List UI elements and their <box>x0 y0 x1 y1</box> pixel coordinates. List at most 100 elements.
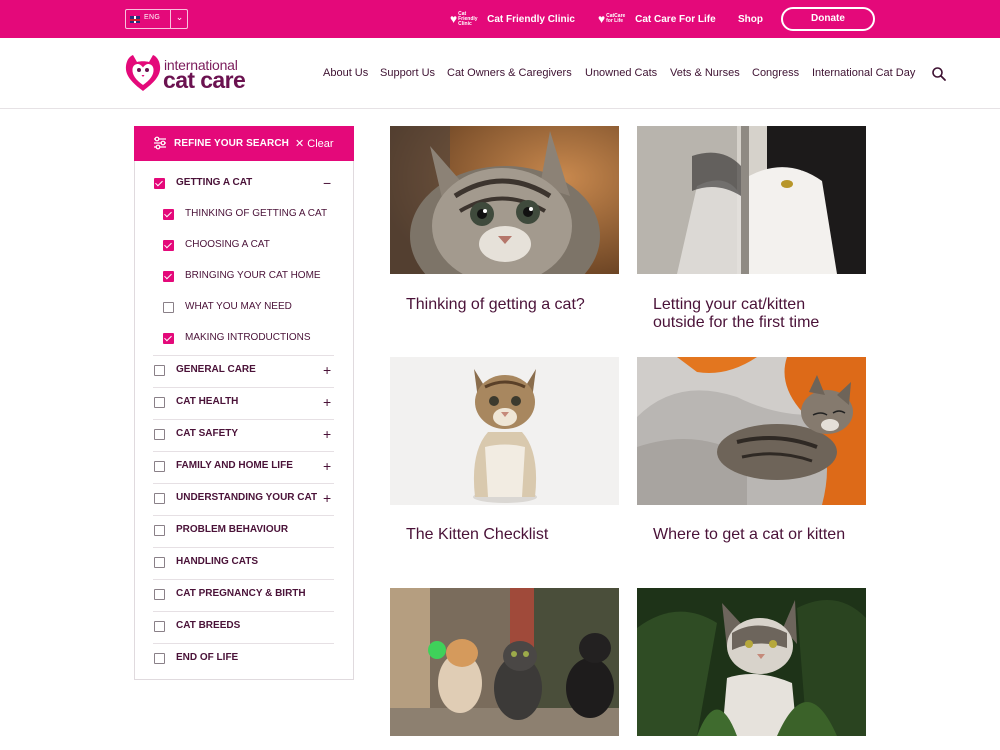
category-cat-safety[interactable]: CAT SAFETY <box>176 428 238 439</box>
cat-friendly-clinic-logo-text: Cat Friendly Clinic <box>458 10 478 27</box>
checkbox-thinking-of-getting-a-cat[interactable] <box>163 209 174 220</box>
category-problem-behaviour[interactable]: PROBLEM BEHAVIOUR <box>176 524 288 535</box>
article-image-letting-cat-outside[interactable] <box>637 126 866 274</box>
language-code: ENG <box>144 14 161 21</box>
checkbox-making-introductions[interactable] <box>163 333 174 344</box>
cat-heart-logo-icon <box>125 55 161 91</box>
divider <box>153 451 334 452</box>
sliders-icon <box>154 136 166 150</box>
category-understanding-your-cat[interactable]: UNDERSTANDING YOUR CAT <box>176 492 317 503</box>
checkbox-end-of-life[interactable] <box>154 653 165 664</box>
checkbox-general-care[interactable] <box>154 365 165 376</box>
article-image-thinking-of-getting-a-cat[interactable] <box>390 126 619 274</box>
checkbox-choosing-a-cat[interactable] <box>163 240 174 251</box>
checkbox-cat-safety[interactable] <box>154 429 165 440</box>
checkbox-cat-pregnancy-birth[interactable] <box>154 589 165 600</box>
checkbox-family-and-home-life[interactable] <box>154 461 165 472</box>
article-title-where-to-get-a-cat[interactable]: Where to get a cat or kitten <box>653 526 858 544</box>
chevron-down-icon[interactable]: ⌄ <box>173 12 186 23</box>
logo-text-line2: cat care <box>163 67 246 93</box>
checkbox-understanding-your-cat[interactable] <box>154 493 165 504</box>
cat-friendly-clinic-label: Cat Friendly Clinic <box>487 13 575 25</box>
uk-flag-icon <box>130 16 140 23</box>
article-image-kittens-indoors[interactable] <box>390 588 619 736</box>
checkbox-what-you-may-need[interactable] <box>163 302 174 313</box>
nav-cat-owners-caregivers[interactable]: Cat Owners & Caregivers <box>447 38 572 109</box>
article-image-cat-in-grass[interactable] <box>637 588 866 736</box>
expand-plus-icon[interactable]: + <box>323 395 331 409</box>
divider <box>153 515 334 516</box>
nav-congress[interactable]: Congress <box>752 38 799 109</box>
article-title-thinking-of-getting-a-cat[interactable]: Thinking of getting a cat? <box>406 296 611 314</box>
category-cat-pregnancy-birth[interactable]: CAT PREGNANCY & BIRTH <box>176 588 306 599</box>
collapse-minus-icon[interactable]: − <box>323 176 331 190</box>
article-title-letting-cat-outside[interactable]: Letting your cat/kitten outside for the … <box>653 296 858 331</box>
filter-title: REFINE YOUR SEARCH <box>174 138 289 149</box>
divider <box>153 387 334 388</box>
nav-about-us[interactable]: About Us <box>323 38 368 109</box>
shop-link[interactable]: Shop <box>738 0 763 38</box>
expand-plus-icon[interactable]: + <box>323 459 331 473</box>
clear-label: Clear <box>307 138 334 150</box>
expand-plus-icon[interactable]: + <box>323 363 331 377</box>
cat-head-icon: ♥ <box>450 11 458 26</box>
language-selector[interactable]: ENG ⌄ <box>125 9 188 29</box>
category-cat-breeds[interactable]: CAT BREEDS <box>176 620 240 631</box>
sitting-kitten-photo <box>390 357 619 505</box>
cat-friendly-clinic-logo: ♥ Cat Friendly Clinic <box>450 10 482 27</box>
catcare-for-life-logo: ♥ CatCare for Life <box>598 11 630 26</box>
site-logo[interactable]: international cat care <box>125 54 260 94</box>
filter-header: REFINE YOUR SEARCH ✕ Clear <box>134 126 354 161</box>
nav-support-us[interactable]: Support Us <box>380 38 435 109</box>
divider <box>153 579 334 580</box>
checkbox-bringing-your-cat-home[interactable] <box>163 271 174 282</box>
cat-friendly-clinic-link[interactable]: ♥ Cat Friendly Clinic Cat Friendly Clini… <box>450 0 575 38</box>
category-cat-health[interactable]: CAT HEALTH <box>176 396 238 407</box>
divider <box>153 419 334 420</box>
article-image-kitten-checklist[interactable] <box>390 357 619 505</box>
article-image-where-to-get-a-cat[interactable] <box>637 357 866 505</box>
language-divider <box>170 10 171 28</box>
heart-cat-icon: ♥ <box>598 11 606 26</box>
close-icon: ✕ <box>295 138 308 150</box>
checkbox-getting-a-cat[interactable] <box>154 178 165 189</box>
checkbox-cat-breeds[interactable] <box>154 621 165 632</box>
nav-unowned-cats[interactable]: Unowned Cats <box>585 38 657 109</box>
cat-care-for-life-label: Cat Care For Life <box>635 13 716 25</box>
checkbox-handling-cats[interactable] <box>154 557 165 568</box>
category-handling-cats[interactable]: HANDLING CATS <box>176 556 258 567</box>
refine-search-panel: REFINE YOUR SEARCH ✕ Clear GETTING A CAT… <box>134 126 354 680</box>
category-family-and-home-life[interactable]: FAMILY AND HOME LIFE <box>176 460 293 471</box>
sleeping-kitten-photo <box>637 357 866 505</box>
nav-international-cat-day[interactable]: International Cat Day <box>812 38 915 109</box>
expand-plus-icon[interactable]: + <box>323 427 331 441</box>
nav-vets-nurses[interactable]: Vets & Nurses <box>670 38 740 109</box>
divider <box>153 547 334 548</box>
divider <box>153 643 334 644</box>
subcategory-choosing-a-cat[interactable]: CHOOSING A CAT <box>185 239 270 250</box>
divider <box>153 483 334 484</box>
subcategory-thinking-of-getting-a-cat[interactable]: THINKING OF GETTING A CAT <box>185 208 327 219</box>
divider <box>153 611 334 612</box>
cat-at-window-photo <box>637 126 866 274</box>
cat-in-grass-photo <box>637 588 866 736</box>
checkbox-problem-behaviour[interactable] <box>154 525 165 536</box>
three-kittens-photo <box>390 588 619 736</box>
category-getting-a-cat[interactable]: GETTING A CAT <box>176 177 252 188</box>
clear-filters-button[interactable]: ✕ Clear <box>295 137 334 150</box>
subcategory-what-you-may-need[interactable]: WHAT YOU MAY NEED <box>185 301 292 312</box>
top-bar: ENG ⌄ ♥ Cat Friendly Clinic Cat Friendly… <box>0 0 1000 38</box>
search-icon[interactable] <box>931 66 947 82</box>
subcategory-bringing-your-cat-home[interactable]: BRINGING YOUR CAT HOME <box>185 270 321 281</box>
subcategory-making-introductions[interactable]: MAKING INTRODUCTIONS <box>185 332 311 343</box>
category-end-of-life[interactable]: END OF LIFE <box>176 652 238 663</box>
checkbox-cat-health[interactable] <box>154 397 165 408</box>
expand-plus-icon[interactable]: + <box>323 491 331 505</box>
cat-care-for-life-link[interactable]: ♥ CatCare for Life Cat Care For Life <box>598 0 716 38</box>
donate-button[interactable]: Donate <box>781 7 875 31</box>
divider <box>153 355 334 356</box>
catcare-for-life-logo-text: CatCare for Life <box>606 13 626 24</box>
site-header: international cat care About Us Support … <box>0 38 1000 109</box>
article-title-kitten-checklist[interactable]: The Kitten Checklist <box>406 526 611 544</box>
category-general-care[interactable]: GENERAL CARE <box>176 364 256 375</box>
